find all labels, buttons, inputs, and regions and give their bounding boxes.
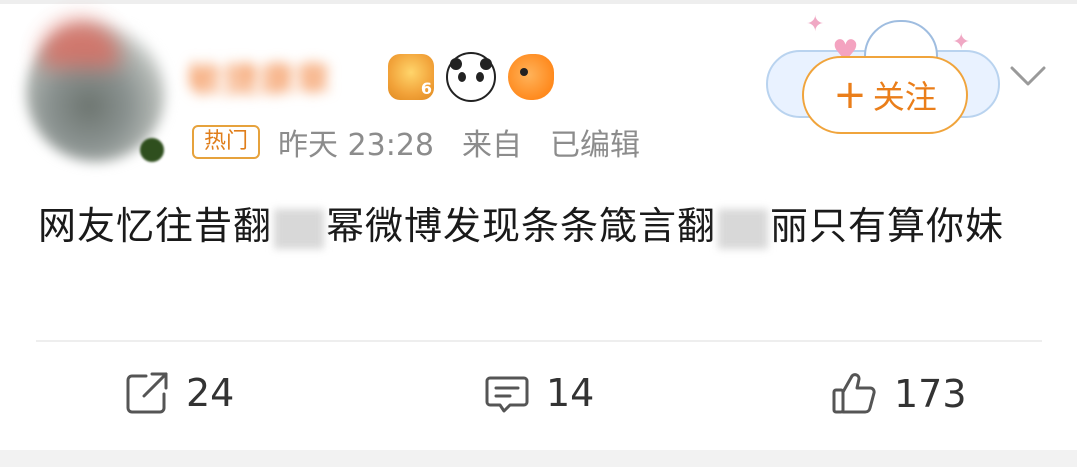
share-icon — [124, 370, 170, 416]
comment-count: 14 — [546, 371, 595, 415]
post-meta: 热门 昨天 23:28 来自 已编辑 — [192, 120, 668, 164]
avatar-verified-badge — [140, 138, 164, 162]
divider — [36, 340, 1042, 342]
share-button[interactable]: 24 — [124, 370, 234, 416]
thumbs-up-icon — [830, 370, 878, 418]
user-badges: 6 — [388, 52, 554, 102]
hot-tag: 热门 — [192, 125, 261, 159]
comment-icon — [484, 370, 530, 416]
like-count: 173 — [894, 372, 967, 416]
vip-crown-badge-icon[interactable]: 6 — [388, 54, 434, 100]
post-source: 来自 — [462, 128, 523, 163]
post-content[interactable]: 网友忆往昔翻 幂微博发现条条箴言翻 丽只有算你妹 — [38, 196, 1038, 256]
chevron-down-icon[interactable] — [1008, 60, 1048, 90]
comment-button[interactable]: 14 — [484, 370, 594, 416]
post-text-part3: 丽只有算你妹 — [770, 204, 1005, 248]
follow-button[interactable]: + 关注 — [802, 56, 968, 134]
username[interactable]: 敏捷康章 — [188, 52, 332, 101]
redacted-text — [718, 208, 769, 249]
panda-badge-icon[interactable] — [446, 52, 496, 102]
follow-label: 关注 — [872, 78, 937, 116]
like-button[interactable]: 173 — [830, 370, 967, 418]
post-text-part2: 幂微博发现条条箴言翻 — [326, 204, 717, 248]
bottom-separator — [0, 450, 1077, 467]
plus-icon: + — [833, 72, 867, 118]
redacted-text — [274, 208, 325, 249]
vip-level: 6 — [420, 79, 432, 98]
edited-label[interactable]: 已编辑 — [550, 120, 640, 164]
post-time: 昨天 23:28 — [278, 128, 435, 163]
top-divider — [0, 0, 1077, 4]
share-count: 24 — [186, 371, 235, 415]
fish-badge-icon[interactable] — [508, 54, 554, 100]
post-text-part1: 网友忆往昔翻 — [38, 204, 273, 248]
